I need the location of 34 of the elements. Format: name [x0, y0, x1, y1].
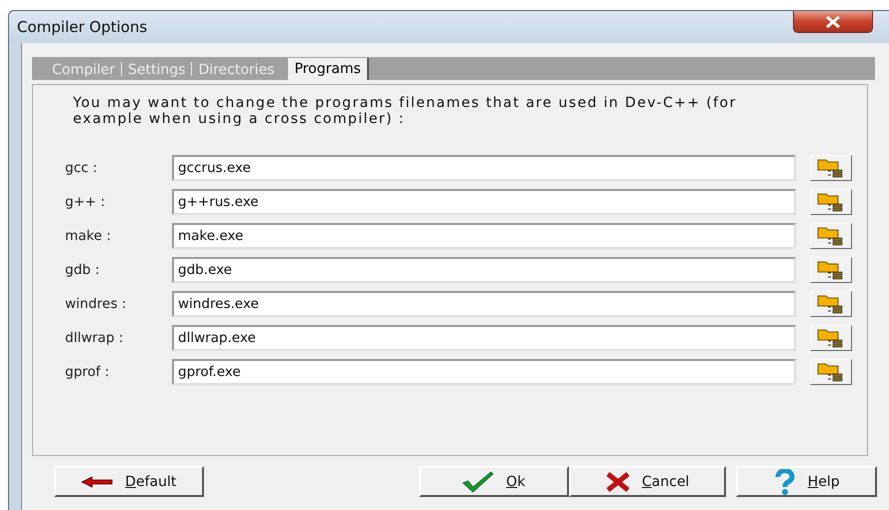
field-label: g++ :: [65, 194, 106, 210]
field-label: windres :: [65, 296, 128, 312]
field-label: gprof :: [65, 364, 110, 380]
default-button[interactable]: Default: [54, 466, 204, 497]
browse-button[interactable]: [810, 155, 852, 181]
browse-button[interactable]: [810, 291, 852, 317]
input-field[interactable]: gprof.exe: [172, 359, 796, 385]
field-label: gdb :: [65, 262, 101, 278]
close-icon: [825, 16, 841, 28]
input-field[interactable]: windres.exe: [172, 291, 796, 317]
help-button[interactable]: Help: [736, 466, 877, 497]
tab[interactable]: Programs: [288, 58, 369, 80]
field-label: dllwrap :: [65, 330, 124, 346]
input-field[interactable]: make.exe: [172, 223, 796, 249]
intro-text: You may want to change the programs filenames that are used in Dev-C++ (for example when using a cross compiler) :: [73, 95, 738, 127]
input-field[interactable]: gccrus.exe: [172, 155, 796, 181]
arrow-left-icon: [81, 476, 114, 488]
browse-button[interactable]: [810, 257, 852, 283]
browse-button[interactable]: [810, 359, 852, 385]
input-field[interactable]: dllwrap.exe: [172, 325, 796, 351]
check-icon: [462, 470, 494, 492]
cancel-button[interactable]: Cancel: [568, 466, 726, 497]
browse-button[interactable]: [810, 325, 852, 351]
input-field[interactable]: gdb.exe: [172, 257, 796, 283]
browse-button[interactable]: [810, 189, 852, 215]
window-title: Compiler Options: [16, 17, 148, 36]
question-mark-icon: [774, 468, 796, 494]
ok-button[interactable]: Ok: [418, 466, 569, 497]
field-label: gcc :: [65, 160, 98, 176]
close-button[interactable]: [793, 11, 873, 33]
input-field[interactable]: g++rus.exe: [172, 189, 796, 215]
field-label: make :: [65, 228, 112, 244]
browse-button[interactable]: [810, 223, 852, 249]
close-icon: [606, 472, 630, 492]
